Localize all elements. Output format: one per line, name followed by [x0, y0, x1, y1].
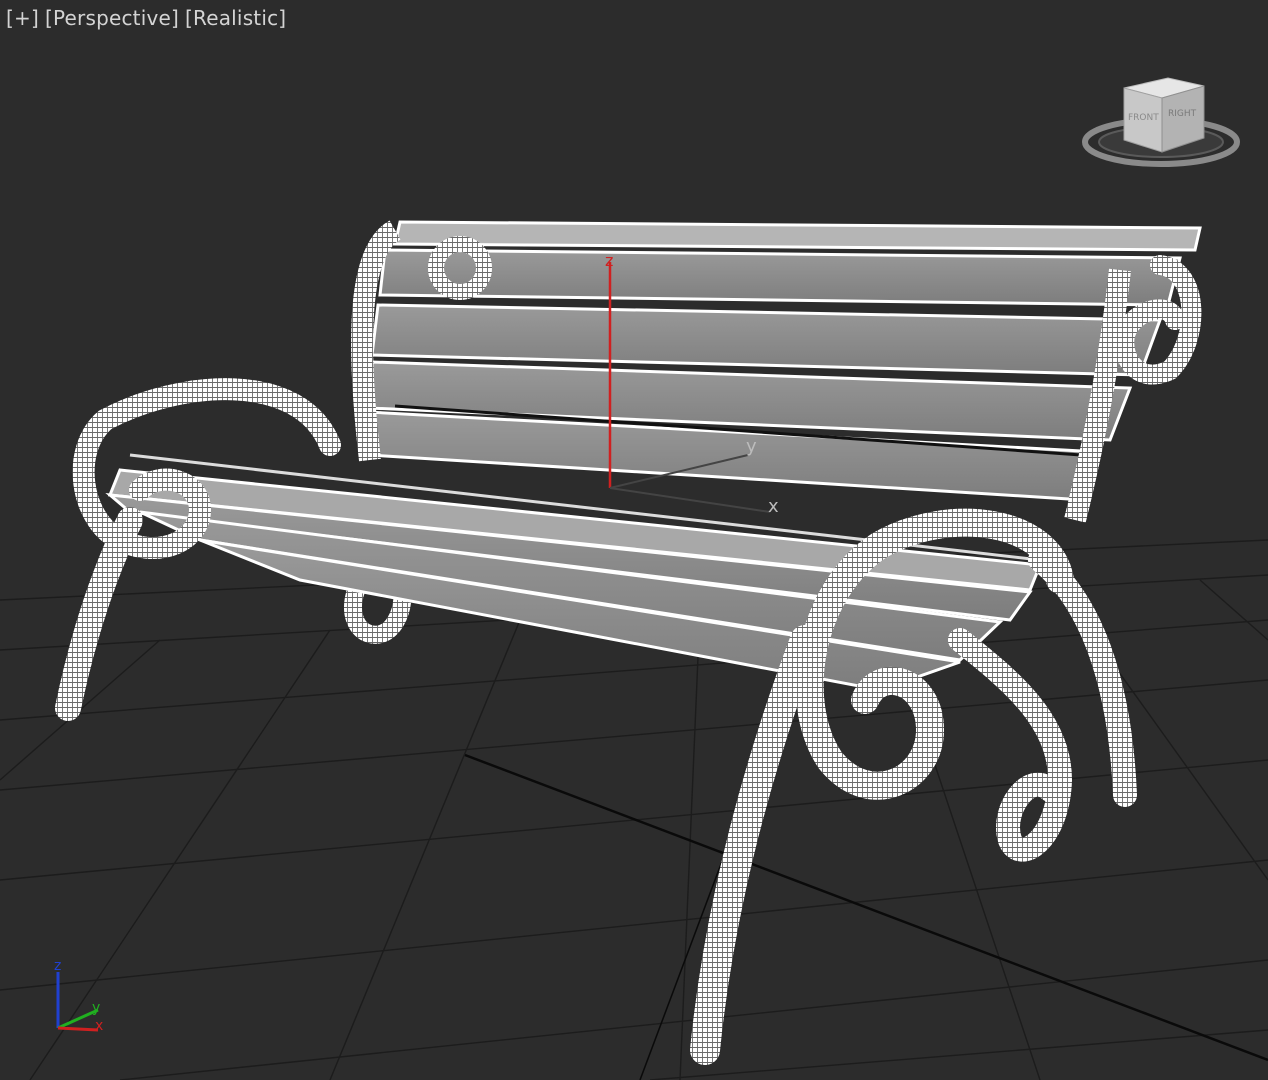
viewcube-front-label: FRONT	[1128, 113, 1159, 123]
perspective-viewport[interactable]: [+] [Perspective] [Realistic] z y x FRON…	[0, 0, 1268, 1080]
bench-right-lower-scroll	[948, 628, 1073, 862]
world-axis-tripod: z y x	[54, 958, 103, 1034]
bench-seat	[105, 453, 1043, 692]
viewport-label-menu: [+] [Perspective] [Realistic]	[6, 6, 286, 30]
viewport-view-menu[interactable]: [Perspective]	[45, 6, 179, 30]
gizmo-x-label: x	[768, 496, 779, 517]
viewport-plus-menu[interactable]: [+]	[6, 6, 39, 30]
grid-major-line	[464, 753, 1268, 1062]
gizmo-z-label: z	[605, 251, 613, 270]
bench-right-front-leg	[690, 625, 820, 1065]
viewport-shading-menu[interactable]: [Realistic]	[185, 6, 286, 30]
viewcube[interactable]: FRONT RIGHT	[1076, 70, 1246, 180]
backrest-slat	[370, 303, 1163, 377]
bench-left-front-leg	[55, 507, 143, 721]
corner-axis-y-label: y	[92, 1000, 100, 1016]
viewcube-right-label: RIGHT	[1168, 109, 1197, 119]
corner-axis-z-label: z	[54, 958, 61, 974]
backrest-slat	[393, 220, 1202, 252]
backrest-slat	[378, 248, 1182, 307]
corner-axis-x-label: x	[95, 1018, 103, 1034]
gizmo-y-label: y	[746, 436, 757, 457]
